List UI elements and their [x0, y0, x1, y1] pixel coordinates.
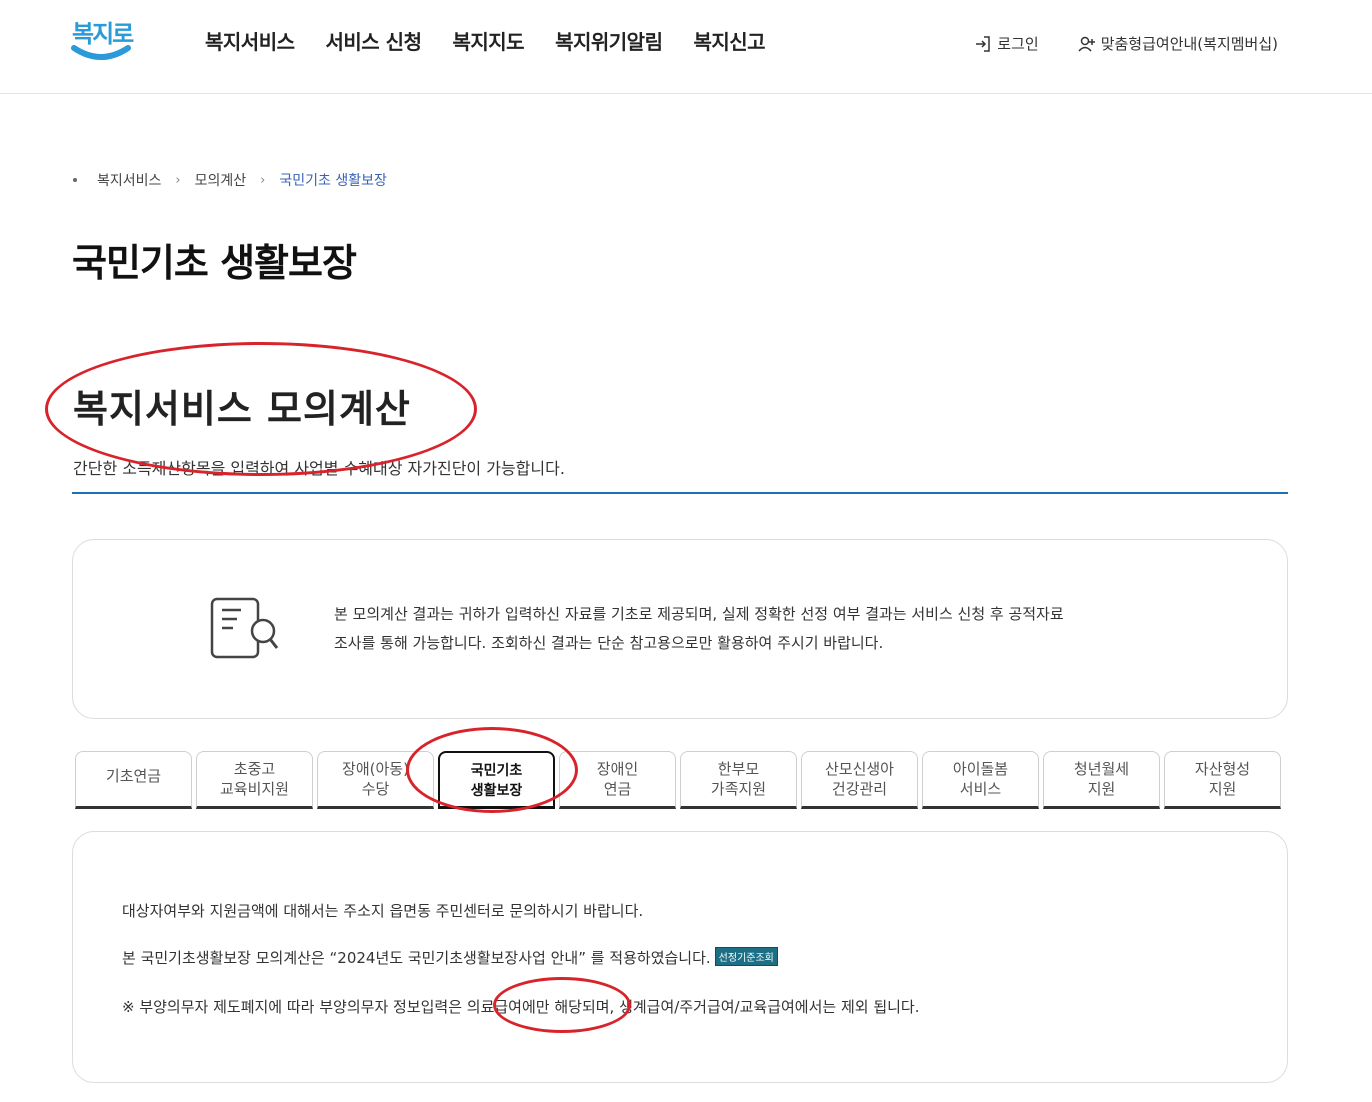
- tab-label: 교육비지원: [219, 780, 289, 798]
- user-plus-icon: [1077, 34, 1097, 54]
- tab-disability-pension[interactable]: 장애인 연금: [559, 751, 676, 809]
- tab-label: 장애인: [596, 760, 639, 778]
- tab-label: 아이돌봄: [952, 760, 1009, 778]
- tab-label: 수당: [361, 780, 390, 798]
- login-link[interactable]: 로그인: [973, 33, 1039, 54]
- nav-welfare-report[interactable]: 복지신고: [693, 26, 765, 55]
- tab-label: 국민기초: [470, 763, 523, 779]
- site-logo[interactable]: 복지로: [70, 8, 134, 68]
- tab-label: 청년월세: [1073, 760, 1130, 778]
- tab-basic-pension[interactable]: 기초연금: [75, 751, 192, 809]
- tab-child-care[interactable]: 아이돌봄 서비스: [922, 751, 1039, 809]
- page-title: 국민기초 생활보장: [72, 241, 357, 285]
- section-divider: [72, 492, 1288, 494]
- tab-label: 장애(아동): [342, 760, 409, 778]
- tab-label: 산모신생아: [824, 760, 894, 778]
- nav-service-apply[interactable]: 서비스 신청: [326, 26, 422, 55]
- content-box: 대상자여부와 지원금액에 대해서는 주소지 읍면동 주민센터로 문의하시기 바랍…: [72, 831, 1288, 1083]
- document-search-icon: [209, 596, 279, 666]
- breadcrumb-item-welfare-service[interactable]: 복지서비스: [97, 170, 161, 190]
- notice-text: 본 모의계산 결과는 귀하가 입력하신 자료를 기초로 제공되며, 실제 정확한…: [334, 600, 1064, 658]
- tab-single-parent[interactable]: 한부모 가족지원: [680, 751, 797, 809]
- tab-label: 한부모: [717, 760, 760, 778]
- tab-label: 서비스: [959, 780, 1002, 798]
- section-title: 복지서비스 모의계산: [73, 387, 411, 431]
- logo-smile-icon: [71, 45, 131, 60]
- tab-disability-allowance[interactable]: 장애(아동) 수당: [317, 751, 434, 809]
- tab-label: 건강관리: [831, 780, 888, 798]
- membership-link[interactable]: 맞춤형급여안내(복지멤버십): [1077, 33, 1278, 54]
- criteria-lookup-button[interactable]: 선정기준조회: [714, 947, 778, 966]
- tab-label: 지원: [1208, 780, 1237, 798]
- tab-basic-livelihood[interactable]: 국민기초 생활보장: [438, 751, 555, 809]
- content-line-applied-text: 본 국민기초생활보장 모의계산은 “2024년도 국민기초생활보장사업 안내” …: [122, 949, 711, 967]
- tab-label: 기초연금: [105, 767, 162, 785]
- breadcrumb-current: 국민기초 생활보장: [279, 173, 387, 189]
- tab-label: 초중고: [233, 760, 276, 778]
- tab-education-support[interactable]: 초중고 교육비지원: [196, 751, 313, 809]
- nav-welfare-map[interactable]: 복지지도: [452, 26, 524, 55]
- breadcrumb-dot: [73, 178, 77, 182]
- content-line-dependent-note: ※ 부양의무자 제도폐지에 따라 부양의무자 정보입력은 의료급여에만 해당되며…: [122, 998, 920, 1016]
- tab-label: 지원: [1087, 780, 1116, 798]
- nav-crisis-alert[interactable]: 복지위기알림: [555, 26, 663, 55]
- tab-label: 생활보장: [470, 783, 523, 799]
- service-tabs: 기초연금 초중고 교육비지원 장애(아동) 수당 국민기초 생활보장 장애인 연…: [75, 751, 1281, 809]
- notice-line: 조사를 통해 가능합니다. 조회하신 결과는 단순 참고용으로만 활용하여 주시…: [334, 634, 884, 652]
- utility-menu: 로그인 맞춤형급여안내(복지멤버십): [973, 33, 1278, 54]
- login-icon: [973, 34, 993, 54]
- breadcrumb: 복지서비스 › 모의계산 › 국민기초 생활보장: [73, 170, 387, 190]
- nav-welfare-service[interactable]: 복지서비스: [205, 26, 295, 55]
- breadcrumb-item-simulation[interactable]: 모의계산: [195, 170, 247, 190]
- login-label: 로그인: [997, 35, 1039, 53]
- notice-box: 본 모의계산 결과는 귀하가 입력하신 자료를 기초로 제공되며, 실제 정확한…: [72, 539, 1288, 719]
- notice-line: 본 모의계산 결과는 귀하가 입력하신 자료를 기초로 제공되며, 실제 정확한…: [334, 605, 1064, 623]
- tab-label: 가족지원: [710, 780, 767, 798]
- main-nav: 복지서비스 서비스 신청 복지지도 복지위기알림 복지신고: [205, 26, 766, 55]
- content-line-applied: 본 국민기초생활보장 모의계산은 “2024년도 국민기초생활보장사업 안내” …: [122, 947, 778, 968]
- site-header: 복지로 복지서비스 서비스 신청 복지지도 복지위기알림 복지신고 로그인 맞춤…: [0, 0, 1372, 94]
- tab-asset-building[interactable]: 자산형성 지원: [1164, 751, 1281, 809]
- content-line-inquiry: 대상자여부와 지원금액에 대해서는 주소지 읍면동 주민센터로 문의하시기 바랍…: [122, 902, 644, 920]
- section-description: 간단한 소득재산항목을 입력하여 사업별 수혜대상 자가진단이 가능합니다.: [73, 459, 565, 478]
- tab-label: 자산형성: [1194, 760, 1251, 778]
- membership-label: 맞춤형급여안내(복지멤버십): [1100, 35, 1278, 53]
- tab-maternity-care[interactable]: 산모신생아 건강관리: [801, 751, 918, 809]
- tab-label: 연금: [603, 780, 632, 798]
- chevron-right-icon: ›: [175, 172, 181, 188]
- tab-youth-rent[interactable]: 청년월세 지원: [1043, 751, 1160, 809]
- chevron-right-icon: ›: [260, 172, 266, 188]
